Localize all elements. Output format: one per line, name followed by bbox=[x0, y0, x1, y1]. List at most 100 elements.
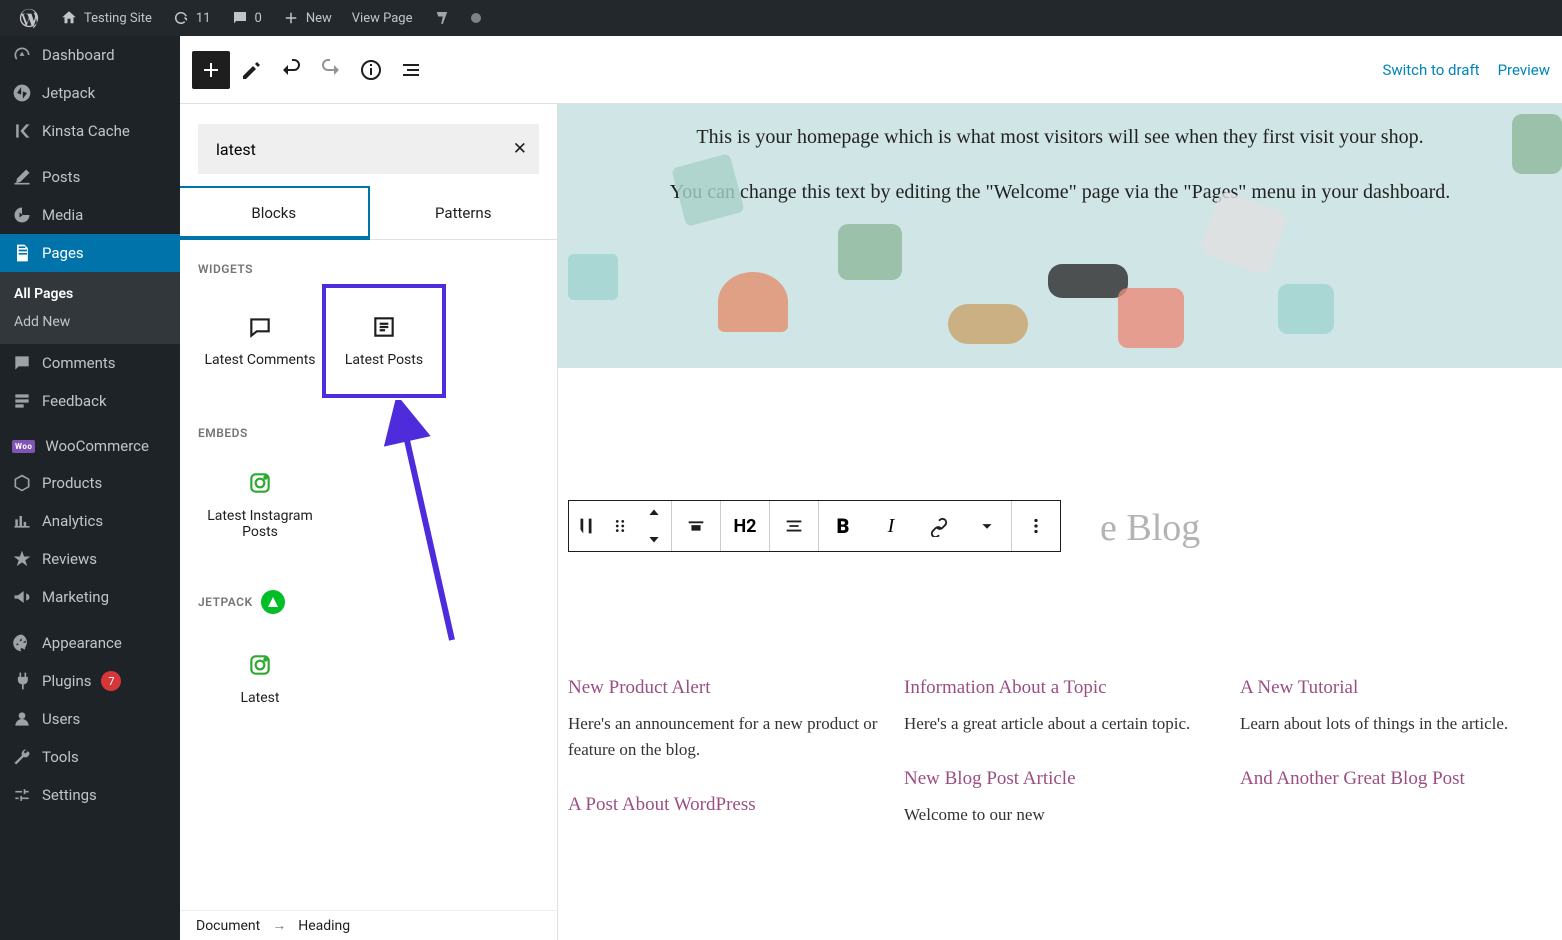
add-block-button[interactable] bbox=[192, 51, 230, 89]
sidebar-item-feedback[interactable]: Feedback bbox=[0, 382, 180, 420]
sidebar-item-media[interactable]: Media bbox=[0, 196, 180, 234]
sidebar-label: Appearance bbox=[42, 634, 122, 652]
hero-text-1[interactable]: This is your homepage which is what most… bbox=[696, 124, 1423, 151]
plugins-update-badge: 7 bbox=[101, 671, 121, 691]
hero-text-2[interactable]: You can change this text by editing the … bbox=[670, 179, 1451, 206]
preview-button[interactable]: Preview bbox=[1498, 61, 1550, 79]
block-options-button[interactable] bbox=[1012, 501, 1060, 551]
sidebar-item-settings[interactable]: Settings bbox=[0, 776, 180, 814]
heading-level-button[interactable]: H2 bbox=[721, 501, 769, 551]
post-excerpt: Here's a great article about a certain t… bbox=[904, 711, 1216, 737]
wordpress-logo-icon[interactable] bbox=[8, 0, 50, 36]
move-up-down-buttons[interactable] bbox=[637, 501, 671, 551]
sidebar-item-plugins[interactable]: Plugins 7 bbox=[0, 662, 180, 700]
block-latest-comments[interactable]: Latest Comments bbox=[198, 284, 322, 398]
post-excerpt: Welcome to our new bbox=[904, 802, 1216, 828]
sidebar-sub-all-pages[interactable]: All Pages bbox=[0, 280, 180, 308]
sidebar-label: WooCommerce bbox=[45, 437, 149, 455]
post-title[interactable]: A New Tutorial bbox=[1240, 676, 1552, 701]
post-title[interactable]: Information About a Topic bbox=[904, 676, 1216, 701]
sidebar-item-pages[interactable]: Pages bbox=[0, 234, 180, 272]
new-content-button[interactable]: New bbox=[272, 0, 342, 36]
redo-button[interactable] bbox=[312, 51, 350, 89]
sidebar-label: Analytics bbox=[42, 512, 103, 530]
block-type-button[interactable] bbox=[569, 501, 603, 551]
block-jetpack-latest[interactable]: Latest bbox=[198, 622, 322, 736]
latest-posts-grid[interactable]: New Product Alert Here's an announcement… bbox=[568, 676, 1552, 858]
tab-blocks[interactable]: Blocks bbox=[180, 186, 370, 240]
heading-placeholder[interactable]: e Blog bbox=[1100, 506, 1200, 550]
post-excerpt: Learn about lots of things in the articl… bbox=[1240, 711, 1552, 737]
post-title[interactable]: And Another Great Blog Post bbox=[1240, 767, 1552, 792]
arrow-right-icon: → bbox=[272, 917, 286, 934]
link-button[interactable] bbox=[915, 501, 963, 551]
text-align-button[interactable] bbox=[770, 501, 818, 551]
switch-to-draft-button[interactable]: Switch to draft bbox=[1382, 61, 1479, 79]
post-title[interactable]: New Product Alert bbox=[568, 676, 880, 701]
list-view-button[interactable] bbox=[392, 51, 430, 89]
deco-sunglasses-icon bbox=[1048, 264, 1128, 298]
updates-icon[interactable]: 11 bbox=[162, 0, 221, 36]
clear-search-button[interactable]: ✕ bbox=[513, 139, 527, 159]
sidebar-item-tools[interactable]: Tools bbox=[0, 738, 180, 776]
status-dot[interactable] bbox=[461, 0, 491, 36]
bold-button[interactable]: B bbox=[819, 501, 867, 551]
deco-jacket-icon bbox=[838, 224, 902, 280]
undo-button[interactable] bbox=[272, 51, 310, 89]
new-label: New bbox=[306, 11, 332, 26]
sidebar-label: Settings bbox=[42, 786, 97, 804]
site-home-icon[interactable]: Testing Site bbox=[50, 0, 162, 36]
sidebar-item-users[interactable]: Users bbox=[0, 700, 180, 738]
sidebar-item-jetpack[interactable]: Jetpack bbox=[0, 74, 180, 112]
edit-mode-button[interactable] bbox=[232, 51, 270, 89]
sidebar-label: Marketing bbox=[42, 588, 109, 606]
drag-handle-button[interactable] bbox=[603, 501, 637, 551]
deco-shirt-icon bbox=[671, 153, 744, 226]
sidebar-item-dashboard[interactable]: Dashboard bbox=[0, 36, 180, 74]
sidebar-label: Kinsta Cache bbox=[42, 122, 130, 140]
block-inserter-panel: ✕ Blocks Patterns WIDGETS Latest Comment… bbox=[180, 104, 558, 940]
block-toolbar: H2 B I bbox=[568, 500, 1061, 552]
block-breadcrumb: Document → Heading bbox=[180, 910, 557, 940]
sidebar-item-comments[interactable]: Comments bbox=[0, 344, 180, 382]
sidebar-item-marketing[interactable]: Marketing bbox=[0, 578, 180, 616]
updates-count: 11 bbox=[196, 11, 211, 26]
sidebar-label: Plugins bbox=[42, 672, 91, 690]
deco-shirt2-icon bbox=[1278, 284, 1334, 334]
sidebar-item-analytics[interactable]: Analytics bbox=[0, 502, 180, 540]
editor: Switch to draft Preview ✕ Blocks Pattern… bbox=[180, 36, 1562, 940]
block-latest-instagram[interactable]: Latest Instagram Posts bbox=[198, 448, 322, 562]
details-button[interactable] bbox=[352, 51, 390, 89]
align-button[interactable] bbox=[672, 501, 720, 551]
sidebar-label: Posts bbox=[42, 168, 80, 186]
sidebar-item-reviews[interactable]: Reviews bbox=[0, 540, 180, 578]
sidebar-item-posts[interactable]: Posts bbox=[0, 158, 180, 196]
woo-icon: Woo bbox=[12, 440, 35, 453]
post-title[interactable]: New Blog Post Article bbox=[904, 767, 1216, 792]
yoast-icon[interactable] bbox=[423, 0, 461, 36]
italic-button[interactable]: I bbox=[867, 501, 915, 551]
crumb-heading[interactable]: Heading bbox=[298, 918, 350, 934]
search-input[interactable] bbox=[198, 124, 539, 174]
hero-section[interactable]: This is your homepage which is what most… bbox=[558, 104, 1562, 368]
editor-canvas[interactable]: This is your homepage which is what most… bbox=[558, 104, 1562, 940]
sidebar-item-woocommerce[interactable]: Woo WooCommerce bbox=[0, 428, 180, 464]
sidebar-item-appearance[interactable]: Appearance bbox=[0, 624, 180, 662]
sidebar-sub-add-new[interactable]: Add New bbox=[0, 308, 180, 336]
sidebar-label: Media bbox=[42, 206, 83, 224]
jetpack-icon bbox=[261, 590, 285, 614]
deco-hoodie2-icon bbox=[1512, 114, 1562, 174]
more-rich-text-button[interactable] bbox=[963, 501, 1011, 551]
sidebar-item-products[interactable]: Products bbox=[0, 464, 180, 502]
deco-belt-icon bbox=[948, 304, 1028, 344]
post-title[interactable]: A Post About WordPress bbox=[568, 793, 880, 818]
comments-bubble-icon[interactable]: 0 bbox=[221, 0, 272, 36]
crumb-document[interactable]: Document bbox=[196, 918, 260, 934]
view-page-link[interactable]: View Page bbox=[342, 0, 423, 36]
tab-patterns[interactable]: Patterns bbox=[370, 188, 558, 239]
section-jetpack-title: JETPACK bbox=[198, 590, 539, 614]
sidebar-item-kinsta[interactable]: Kinsta Cache bbox=[0, 112, 180, 150]
admin-bar: Testing Site 11 0 New View Page bbox=[0, 0, 1562, 36]
sidebar-label: Jetpack bbox=[42, 84, 95, 102]
block-latest-posts[interactable]: Latest Posts bbox=[322, 284, 446, 398]
